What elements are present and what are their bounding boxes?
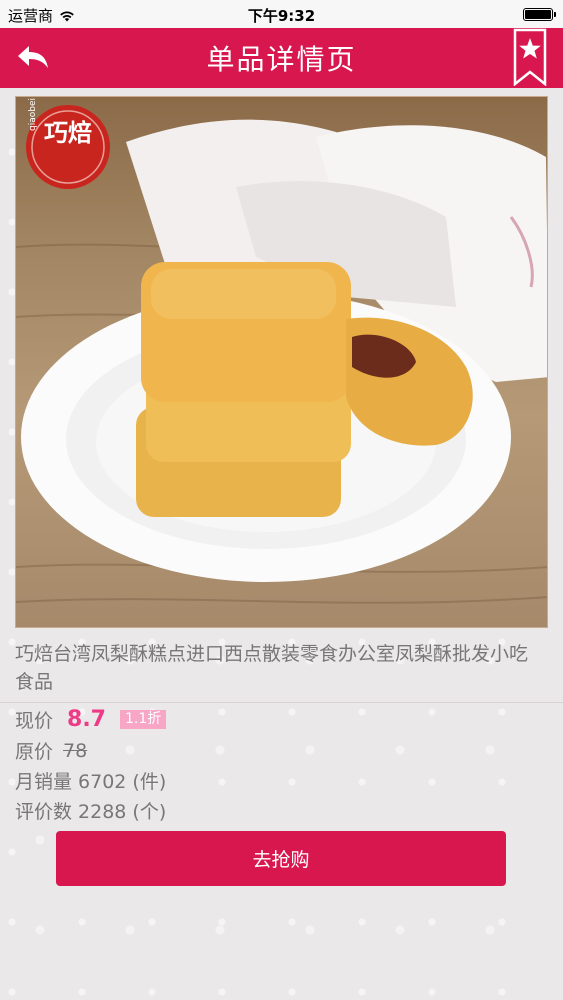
- current-price-label: 现价: [15, 710, 54, 732]
- current-price-row: 现价 8.7 1.1折: [15, 706, 167, 733]
- brand-logo-subtext: qiaobei: [28, 98, 38, 131]
- review-count-row: 评价数 2288 (个): [15, 797, 166, 824]
- current-price: 8.7: [67, 707, 106, 732]
- page-title: 单品详情页: [206, 43, 357, 76]
- original-price-row: 原价 78: [15, 737, 87, 764]
- original-price-label: 原价: [15, 741, 54, 763]
- star-bookmark-icon: [513, 28, 547, 87]
- status-bar: 运营商 下午9:32: [0, 0, 563, 28]
- battery-icon: [523, 8, 556, 21]
- original-price: 78: [63, 739, 88, 762]
- review-count-value: 2288 (个): [78, 801, 167, 823]
- product-image[interactable]: 巧焙 qiaobei: [15, 96, 548, 628]
- product-title: 巧焙台湾凤梨酥糕点进口西点散装零食办公室凤梨酥批发小吃食品: [15, 643, 529, 693]
- status-time: 下午9:32: [247, 7, 316, 25]
- monthly-sales-label: 月销量: [15, 771, 73, 793]
- brand-logo-text: 巧焙: [44, 118, 92, 147]
- monthly-sales-value: 6702 (件): [78, 771, 167, 793]
- divider: [0, 702, 563, 703]
- review-count-label: 评价数: [15, 801, 73, 823]
- favorite-button[interactable]: [513, 28, 547, 87]
- monthly-sales-row: 月销量 6702 (件): [15, 767, 166, 794]
- buy-now-button[interactable]: 去抢购: [56, 831, 506, 886]
- discount-badge: 1.1折: [120, 710, 167, 729]
- nav-bar: 单品详情页: [0, 28, 563, 88]
